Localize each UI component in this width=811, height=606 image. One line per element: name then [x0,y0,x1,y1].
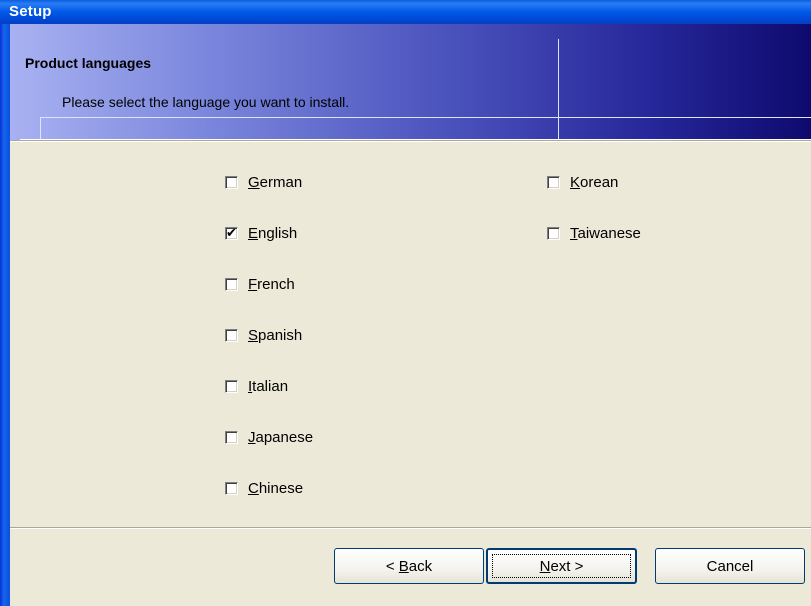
checkbox-label[interactable]: Japanese [248,429,313,446]
checkbox-label[interactable]: Chinese [248,480,303,497]
accelerator-key: T [570,224,578,242]
checkbox-label[interactable]: Taiwanese [570,225,641,242]
checkbox-box[interactable]: ✔ [225,379,238,393]
title-bar[interactable]: Setup [0,0,811,24]
label-text: orean [580,173,619,191]
checkbox-label[interactable]: German [248,174,302,191]
accelerator-key: K [570,173,581,191]
check-mark-icon: ✔ [226,224,237,240]
header-banner: Product languages Please select the lang… [10,24,811,140]
header-decor-line [40,117,811,118]
header-decor-line [40,117,41,140]
cancel-button-label: Cancel [706,557,754,575]
accelerator-key: F [248,275,258,293]
checkbox-box[interactable]: ✔ [225,328,238,342]
accelerator-key: G [248,173,260,191]
checkbox-box[interactable]: ✔ [547,175,560,189]
page-title: Product languages [25,55,152,71]
checkbox-label[interactable]: English [248,225,297,242]
checkbox-box[interactable]: ✔ [225,175,238,189]
checkbox-english[interactable]: ✔ English [225,223,297,243]
checkbox-box[interactable]: ✔ [225,481,238,495]
checkbox-german[interactable]: ✔ German [225,172,302,192]
label-text: talian [252,377,289,395]
accelerator-key: J [248,428,256,446]
checkbox-box[interactable]: ✔ [547,226,560,240]
checkbox-box[interactable]: ✔ [225,430,238,444]
label-text: nglish [258,224,298,242]
checkbox-japanese[interactable]: ✔ Japanese [225,427,313,447]
checkbox-label[interactable]: Spanish [248,327,302,344]
label-text: hinese [258,479,304,497]
footer-divider [10,527,811,529]
accelerator-key: E [248,224,259,242]
back-button[interactable]: < Back [334,548,484,584]
checkbox-box[interactable]: ✔ [225,277,238,291]
checkbox-chinese[interactable]: ✔ Chinese [225,478,303,498]
checkbox-korean[interactable]: ✔ Korean [547,172,618,192]
language-list: ✔ German ✔ English ✔ French ✔ Spanish ✔ … [10,142,811,527]
cancel-button[interactable]: Cancel [655,548,805,584]
window-frame-left [0,24,10,606]
checkbox-taiwanese[interactable]: ✔ Taiwanese [547,223,641,243]
label-text: rench [257,275,295,293]
accelerator-key: S [248,326,259,344]
back-button-label: < Back [385,557,433,575]
checkbox-label[interactable]: Korean [570,174,618,191]
checkbox-label[interactable]: Italian [248,378,288,395]
label-text: panish [258,326,303,344]
checkbox-french[interactable]: ✔ French [225,274,295,294]
label-text: aiwanese [577,224,641,242]
next-button[interactable]: Next > [486,548,637,584]
setup-window: Setup Product languages Please select th… [0,0,811,606]
page-subtitle: Please select the language you want to i… [62,94,350,110]
header-decor-line [558,39,559,140]
label-text: erman [259,173,303,191]
accelerator-key: C [248,479,259,497]
checkbox-spanish[interactable]: ✔ Spanish [225,325,302,345]
label-text: apanese [255,428,314,446]
focus-rectangle [492,554,631,578]
checkbox-box[interactable]: ✔ [225,224,238,240]
window-title: Setup [9,3,52,20]
checkbox-label[interactable]: French [248,276,295,293]
checkbox-italian[interactable]: ✔ Italian [225,376,288,396]
